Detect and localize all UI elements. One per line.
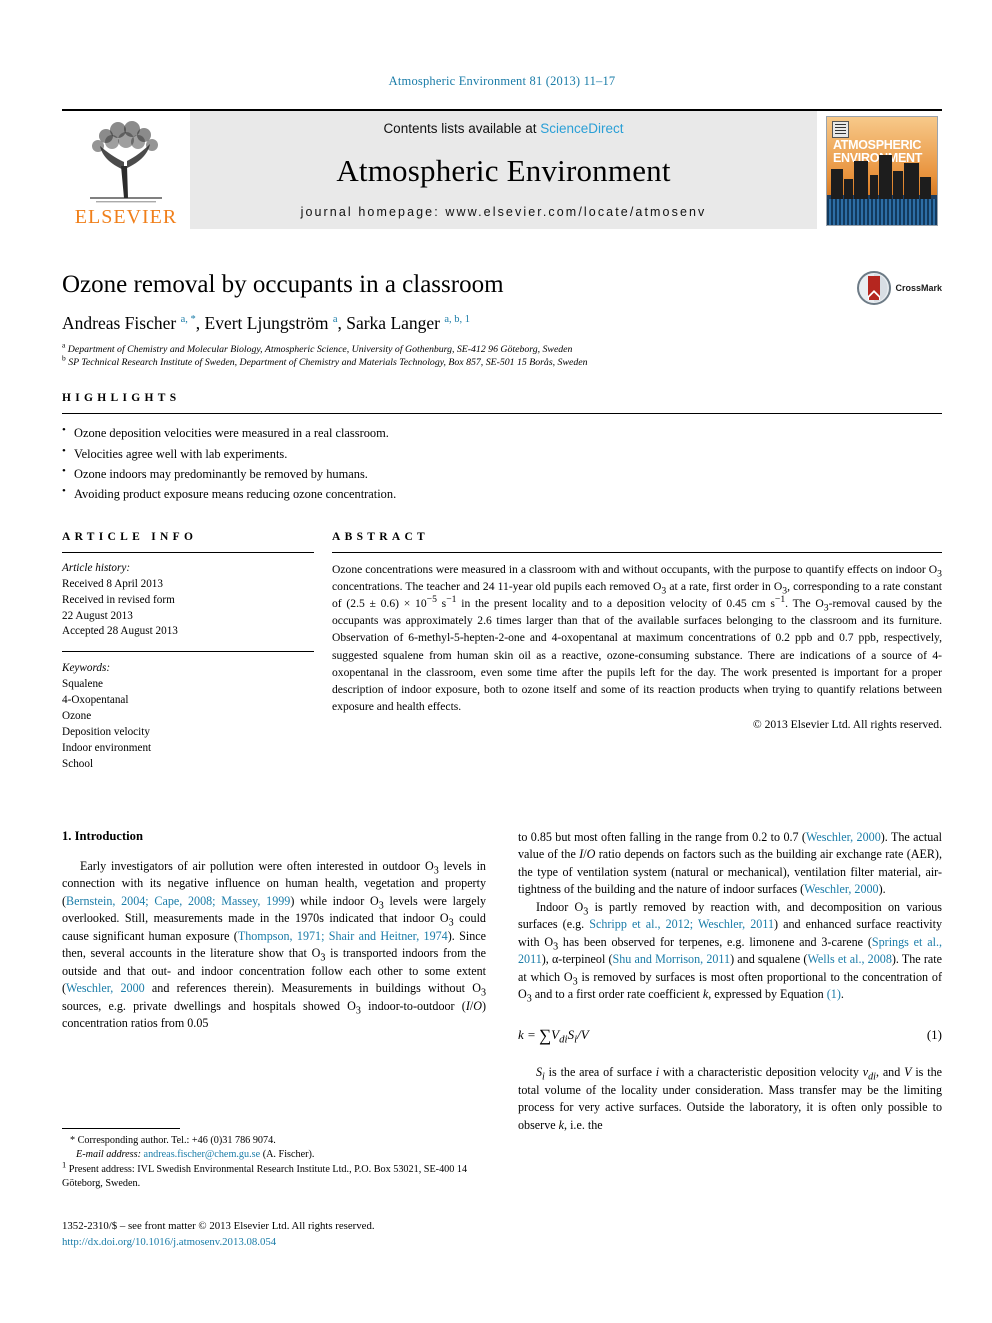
crossmark-icon xyxy=(857,271,892,305)
intro-paragraph-2: Indoor O3 is partly removed by reaction … xyxy=(518,899,943,1005)
journal-masthead: ELSEVIER Contents lists available at Sci… xyxy=(62,109,942,229)
elsevier-logo: ELSEVIER xyxy=(62,111,190,229)
body-column-right: to 0.85 but most often falling in the ra… xyxy=(518,829,942,1134)
contents-list-line: Contents lists available at ScienceDirec… xyxy=(383,121,623,136)
intro-paragraph-1: Early investigators of air pollution wer… xyxy=(62,858,486,1031)
abstract-heading: ABSTRACT xyxy=(332,530,430,543)
page-title: Ozone removal by occupants in a classroo… xyxy=(62,271,504,298)
highlights-section: HIGHLIGHTS Ozone deposition velocities w… xyxy=(62,392,942,503)
keywords-divider xyxy=(62,651,314,653)
article-info-column: ARTICLE INFO Article history: Received 8… xyxy=(62,531,332,773)
affiliation-a: a Department of Chemistry and Molecular … xyxy=(62,340,573,355)
keyword-item: Deposition velocity xyxy=(62,725,150,738)
journal-title: Atmospheric Environment xyxy=(336,152,671,188)
masthead-center: Contents lists available at ScienceDirec… xyxy=(190,111,817,229)
keywords-block: Keywords: Squalene 4-Oxopentanal Ozone D… xyxy=(62,661,314,772)
keyword-item: Squalene xyxy=(62,678,104,691)
list-item: Ozone indoors may predominantly be remov… xyxy=(62,463,942,484)
article-history-label: Article history: xyxy=(62,561,131,574)
footnotes-block: * Corresponding author. Tel.: +46 (0)31 … xyxy=(62,1128,486,1192)
intro-paragraph-1-continued: to 0.85 but most often falling in the ra… xyxy=(518,829,942,897)
article-history: Article history: Received 8 April 2013 R… xyxy=(62,561,314,641)
water-graphic xyxy=(827,199,937,225)
article-info-heading: ARTICLE INFO xyxy=(62,530,198,543)
intro-paragraph-3: Si is the area of surface i with a chara… xyxy=(518,1065,942,1132)
abstract-body: Ozone concentrations were measured in a … xyxy=(332,553,942,734)
cover-publisher-icon xyxy=(832,121,849,138)
journal-homepage[interactable]: journal homepage: www.elsevier.com/locat… xyxy=(301,205,707,219)
article-info-body: Article history: Received 8 April 2013 R… xyxy=(62,553,314,773)
abstract-text: Ozone concentrations were measured in a … xyxy=(332,562,942,714)
section-heading-introduction: 1. Introduction xyxy=(62,828,143,843)
page-inner: Atmospheric Environment 81 (2013) 11–17 xyxy=(62,0,942,1134)
equation-1-body: k = ∑VdiSi/V xyxy=(518,1026,589,1046)
equation-1: k = ∑VdiSi/V (1) xyxy=(518,1026,942,1046)
highlights-list: Ozone deposition velocities were measure… xyxy=(62,414,942,503)
affiliations: a Department of Chemistry and Molecular … xyxy=(62,340,942,369)
imprint-block: 1352-2310/$ – see front matter © 2013 El… xyxy=(62,1218,492,1250)
imprint-issn-line: 1352-2310/$ – see front matter © 2013 El… xyxy=(62,1220,375,1232)
doi-link[interactable]: http://dx.doi.org/10.1016/j.atmosenv.201… xyxy=(62,1234,492,1250)
keyword-item: School xyxy=(62,757,94,770)
contents-prefix: Contents lists available at xyxy=(383,121,541,136)
footnote-present-address: 1 Present address: IVL Swedish Environme… xyxy=(62,1159,468,1190)
info-abstract-section: ARTICLE INFO Article history: Received 8… xyxy=(62,531,942,773)
equation-1-number: (1) xyxy=(926,1027,942,1042)
cover-art: ATMOSPHERIC ENVIRONMENT xyxy=(826,116,938,226)
abstract-column: ABSTRACT Ozone concentrations were measu… xyxy=(332,531,942,773)
footnote-rule xyxy=(62,1128,180,1129)
crossmark-label: CrossMark xyxy=(895,283,942,293)
paper-page: Atmospheric Environment 81 (2013) 11–17 xyxy=(0,0,992,1323)
history-item: Received in revised form xyxy=(62,593,175,606)
body-column-left: 1. Introduction Early investigators of a… xyxy=(62,829,486,1134)
journal-cover-thumbnail[interactable]: ATMOSPHERIC ENVIRONMENT xyxy=(817,111,942,229)
article-header: Ozone removal by occupants in a classroo… xyxy=(62,271,942,369)
history-item: 22 August 2013 xyxy=(62,609,133,622)
author-list: Andreas Fischer a, *, Evert Ljungström a… xyxy=(62,313,471,333)
keyword-item: Ozone xyxy=(62,710,92,723)
list-item: Avoiding product exposure means reducing… xyxy=(62,483,942,504)
footnote-email[interactable]: E-mail address: andreas.fischer@chem.gu.… xyxy=(62,1148,486,1162)
highlights-heading: HIGHLIGHTS xyxy=(62,392,181,405)
skyline-graphic xyxy=(827,151,937,199)
elsevier-tree-icon xyxy=(90,121,162,203)
abstract-copyright: © 2013 Elsevier Ltd. All rights reserved… xyxy=(752,718,942,732)
elsevier-wordmark: ELSEVIER xyxy=(74,206,178,228)
crossmark-badge[interactable]: CrossMark xyxy=(857,271,942,305)
list-item: Velocities agree well with lab experimen… xyxy=(62,443,942,464)
keyword-item: Indoor environment xyxy=(62,741,152,754)
list-item: Ozone deposition velocities were measure… xyxy=(62,422,942,443)
keyword-item: 4-Oxopentanal xyxy=(62,694,129,707)
body-columns: 1. Introduction Early investigators of a… xyxy=(62,829,942,1134)
history-item: Accepted 28 August 2013 xyxy=(62,625,178,638)
history-item: Received 8 April 2013 xyxy=(62,577,163,590)
affiliation-b: b SP Technical Research Institute of Swe… xyxy=(62,353,588,369)
sciencedirect-link[interactable]: ScienceDirect xyxy=(540,121,623,136)
running-head: Atmospheric Environment 81 (2013) 11–17 xyxy=(388,74,616,88)
keywords-label: Keywords: xyxy=(62,662,111,675)
footnote-corresponding-author: * Corresponding author. Tel.: +46 (0)31 … xyxy=(70,1135,276,1146)
